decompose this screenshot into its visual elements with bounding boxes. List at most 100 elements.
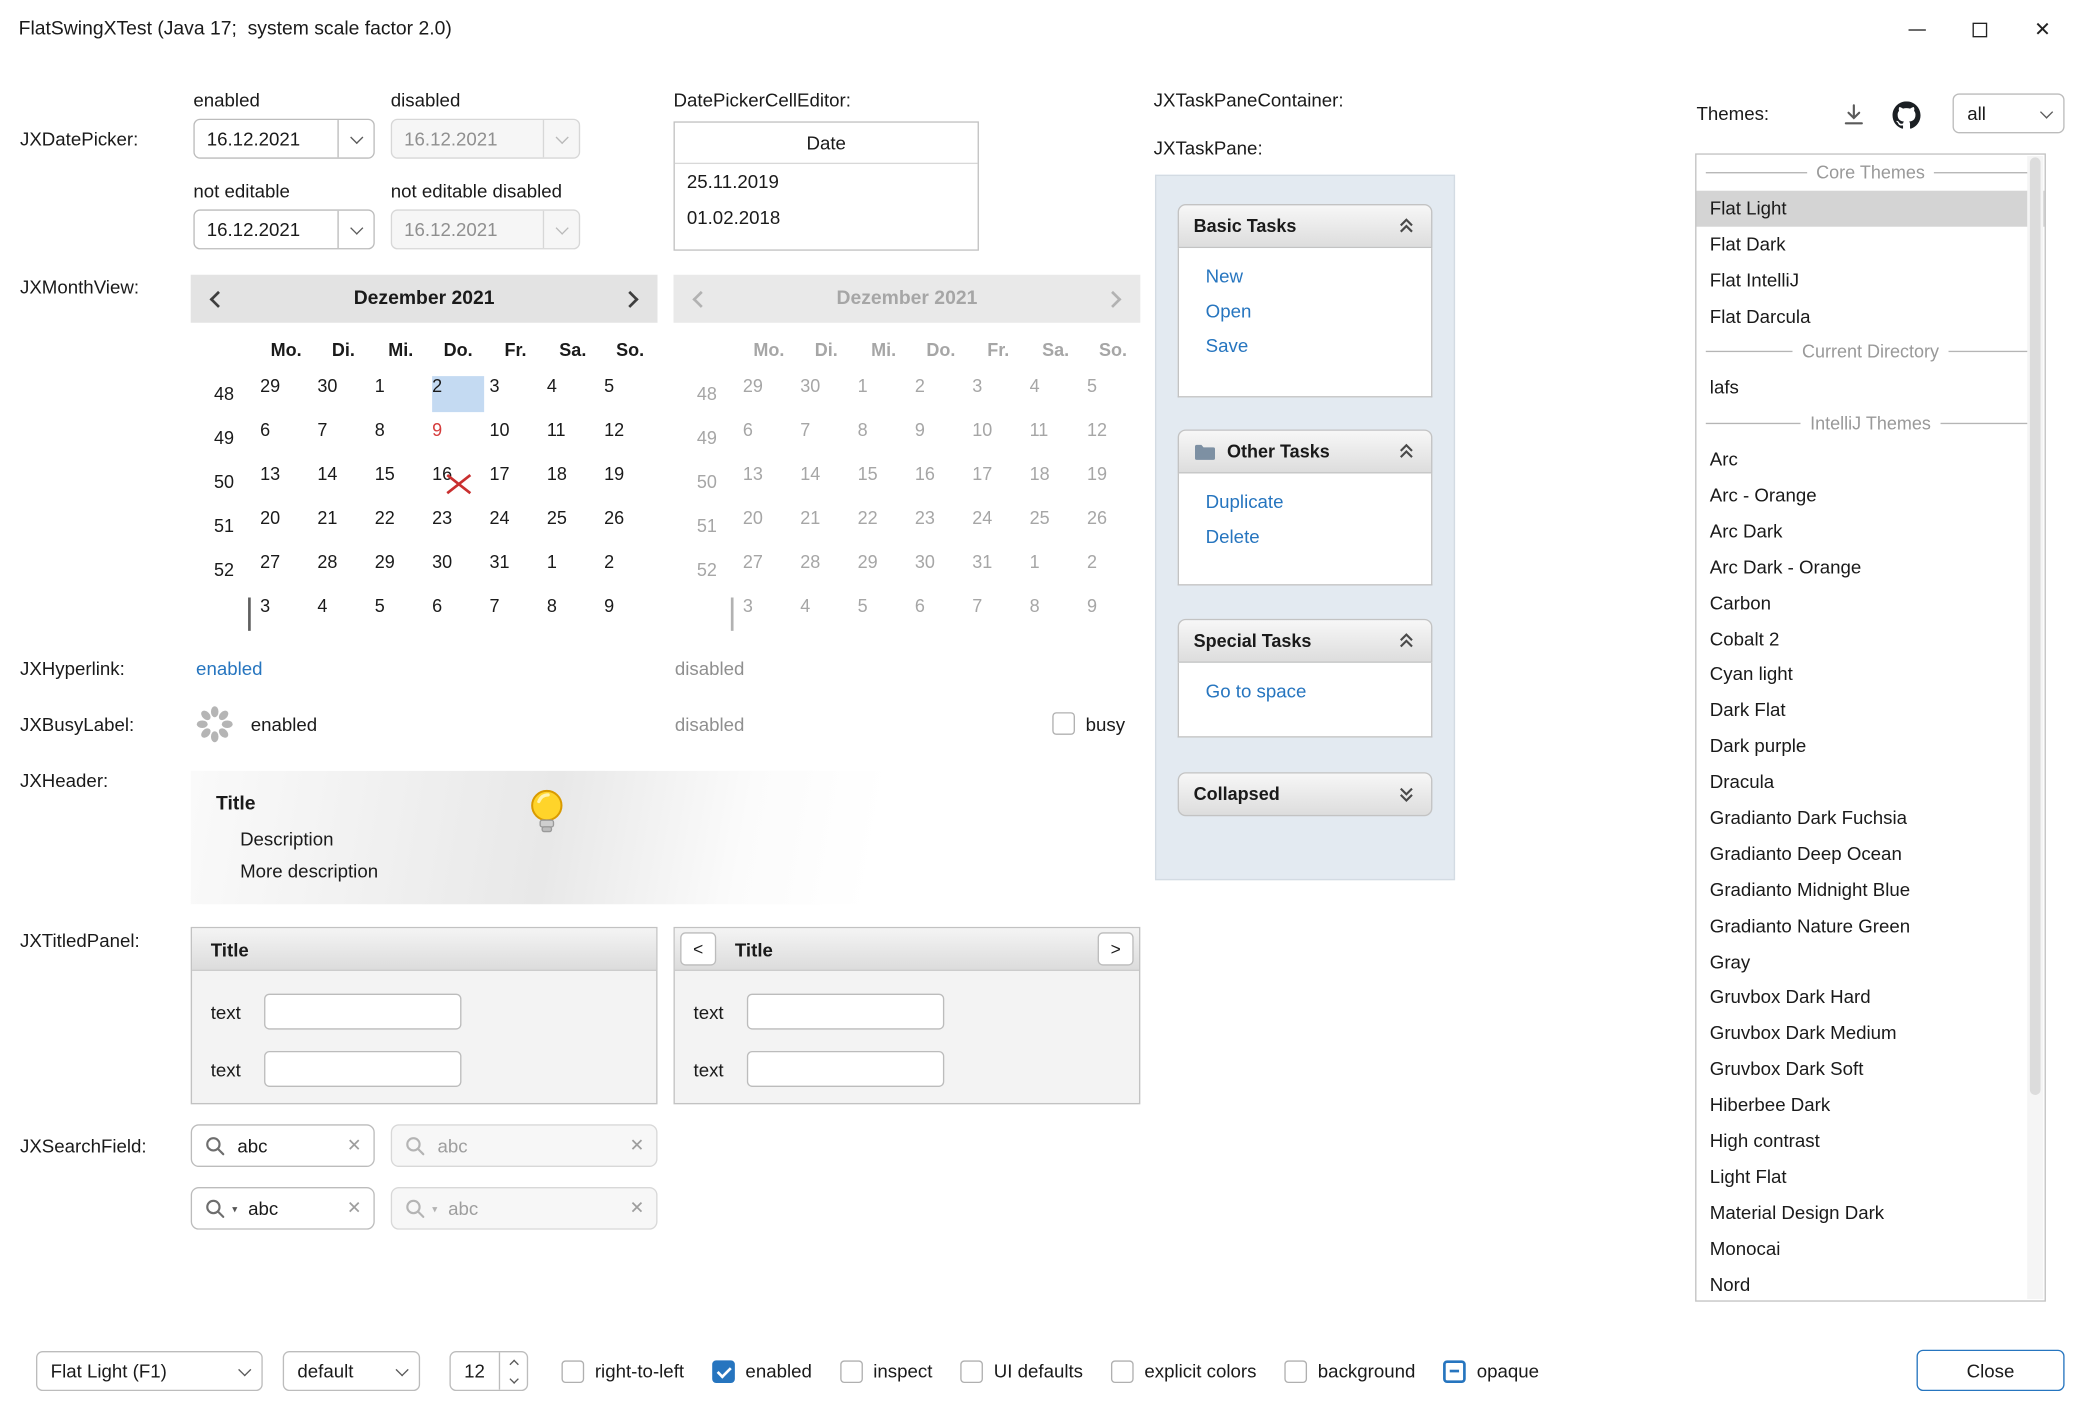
spinner-up-button[interactable] [500,1352,527,1371]
theme-item[interactable]: Cyan light [1696,657,2044,693]
calendar-day[interactable]: 7 [317,420,369,456]
theme-item[interactable]: Arc Dark - Orange [1696,549,2044,585]
panel-left-button[interactable]: < [680,932,716,965]
theme-item[interactable]: Hiberbee Dark [1696,1087,2044,1123]
clear-icon[interactable]: ✕ [347,1135,362,1156]
collapse-chevron-icon[interactable] [1396,631,1416,651]
theme-item[interactable]: Carbon [1696,585,2044,621]
datepicker-enabled[interactable]: 16.12.2021 [193,119,374,159]
calendar-day[interactable]: 8 [375,420,427,456]
theme-item[interactable]: Dark Flat [1696,693,2044,729]
panel-right-button[interactable]: > [1098,932,1134,965]
expand-chevron-icon[interactable] [1396,784,1416,804]
calendar-day[interactable]: 9 [432,420,484,456]
theme-item[interactable]: lafs [1696,370,2044,406]
task-link[interactable]: Go to space [1206,680,1431,701]
calendar-day[interactable]: 15 [375,464,427,500]
theme-item[interactable]: Monocai [1696,1231,2044,1267]
text-input[interactable] [747,1051,944,1087]
calendar-day[interactable]: 6 [432,596,484,632]
theme-item[interactable]: Material Design Dark [1696,1195,2044,1231]
theme-item[interactable]: Gradianto Midnight Blue [1696,872,2044,908]
checkbox-box[interactable] [1443,1360,1466,1383]
hyperlink-enabled[interactable]: enabled [196,658,262,679]
calendar-day[interactable]: 24 [489,508,541,544]
calendar-day[interactable]: 2 [432,376,484,412]
calendar-day[interactable]: 4 [547,376,599,412]
theme-item[interactable]: Flat Darcula [1696,298,2044,334]
theme-item[interactable]: Dracula [1696,764,2044,800]
theme-item[interactable]: Flat Light [1696,191,2044,227]
checkbox-box[interactable] [712,1360,735,1383]
themes-list[interactable]: Core ThemesFlat LightFlat DarkFlat Intel… [1695,153,2046,1301]
calendar-day[interactable]: 21 [317,508,369,544]
taskpane-header-collapsed[interactable]: Collapsed [1178,772,1433,816]
calendar-day[interactable]: 12 [604,420,656,456]
spinner-down-button[interactable] [500,1371,527,1390]
taskpane-header-other-tasks[interactable]: Other Tasks [1178,429,1433,473]
monthview-enabled[interactable]: Dezember 2021 Mo.Di.Mi.Do.Fr.Sa.So.48293… [191,275,658,643]
theme-item[interactable]: Light Flat [1696,1159,2044,1195]
scrollbar-thumb[interactable] [2030,157,2041,1094]
task-link[interactable]: Delete [1206,525,1431,546]
task-link[interactable]: Duplicate [1206,491,1431,512]
theme-item[interactable]: Flat IntelliJ [1696,262,2044,298]
themes-filter-combo[interactable]: all [1953,93,2065,133]
search-value[interactable]: abc [248,1198,336,1219]
checkbox-box[interactable] [1111,1360,1134,1383]
collapse-chevron-icon[interactable] [1396,216,1416,236]
calendar-day[interactable]: 30 [317,376,369,412]
github-link-button[interactable] [1890,99,1922,131]
close-window-button[interactable]: ✕ [2011,0,2074,60]
search-value[interactable]: abc [237,1135,336,1156]
datepicker-value[interactable]: 16.12.2021 [195,128,338,149]
checkbox-inspect[interactable]: inspect [840,1360,933,1383]
calendar-day[interactable]: 16 [432,464,484,500]
calendar-day[interactable]: 9 [604,596,656,632]
datepicker-not-editable[interactable]: 16.12.2021 [193,209,374,249]
theme-item[interactable]: Gradianto Dark Fuchsia [1696,800,2044,836]
calendar-day[interactable]: 3 [489,376,541,412]
calendar-day[interactable]: 8 [547,596,599,632]
title-bar[interactable]: FlatSwingXTest (Java 17; system scale fa… [0,0,2074,60]
calendar-day[interactable]: 29 [260,376,312,412]
calendar-day[interactable]: 28 [317,552,369,588]
clear-icon[interactable]: ✕ [347,1198,362,1219]
text-input[interactable] [264,994,461,1030]
calendar-day[interactable]: 18 [547,464,599,500]
checkbox-box[interactable] [561,1360,584,1383]
theme-item[interactable]: Arc [1696,442,2044,478]
theme-item[interactable]: Gruvbox Dark Medium [1696,1015,2044,1051]
laf-combo[interactable]: Flat Light (F1) [36,1351,263,1391]
font-combo[interactable]: default [283,1351,420,1391]
calendar-day[interactable]: 4 [317,596,369,632]
table-column-header[interactable]: Date [675,123,978,164]
checkbox-explicit-colors[interactable]: explicit colors [1111,1360,1256,1383]
download-themes-button[interactable] [1839,100,1868,129]
calendar-day[interactable]: 17 [489,464,541,500]
calendar-day[interactable]: 6 [260,420,312,456]
theme-item[interactable]: Gradianto Deep Ocean [1696,836,2044,872]
calendar-day[interactable]: 1 [375,376,427,412]
theme-item[interactable]: Cobalt 2 [1696,621,2044,657]
theme-item[interactable]: Arc Dark [1696,513,2044,549]
table-row[interactable]: 01.02.2018 [675,200,978,236]
calendar-day[interactable]: 11 [547,420,599,456]
calendar-day[interactable]: 31 [489,552,541,588]
theme-item[interactable]: Gray [1696,944,2044,980]
checkbox-box[interactable] [960,1360,983,1383]
next-month-icon[interactable] [622,290,639,307]
theme-item[interactable]: Gruvbox Dark Soft [1696,1051,2044,1087]
checkbox-background[interactable]: background [1284,1360,1415,1383]
calendar-day[interactable]: 5 [375,596,427,632]
theme-item[interactable]: Arc - Orange [1696,477,2044,513]
collapse-chevron-icon[interactable] [1396,441,1416,461]
scrollbar[interactable] [2027,156,2043,1299]
calendar-day[interactable]: 3 [260,596,312,632]
font-size-spinner[interactable]: 12 [449,1351,528,1391]
taskpane-header-basic-tasks[interactable]: Basic Tasks [1178,204,1433,248]
datepicker-dropdown-button[interactable] [337,120,373,157]
text-input[interactable] [747,994,944,1030]
taskpane-header-special-tasks[interactable]: Special Tasks [1178,619,1433,663]
close-button[interactable]: Close [1917,1350,2065,1391]
